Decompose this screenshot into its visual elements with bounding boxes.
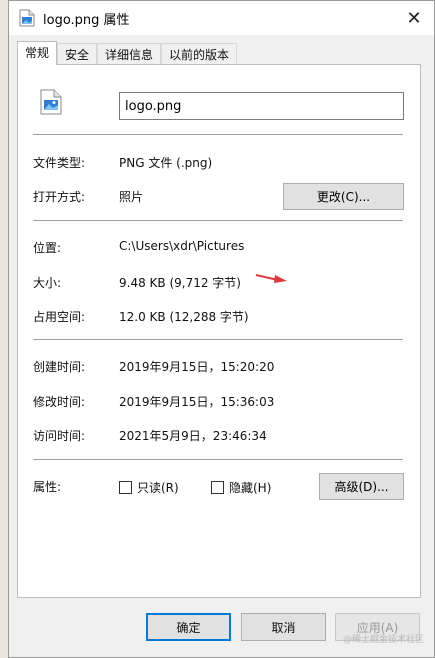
tab-details[interactable]: 详细信息 xyxy=(97,43,162,65)
cancel-button[interactable]: 取消 xyxy=(241,613,326,641)
modified-value: 2019年9月15日，15:36:03 xyxy=(119,395,275,409)
size-on-disk-label: 占用空间: xyxy=(33,310,86,324)
title-bar: logo.png 属性 ✕ xyxy=(9,1,434,35)
general-panel: 文件类型: PNG 文件 (.png) 打开方式: 照片 更改(C)... 位置… xyxy=(17,64,421,598)
readonly-checkbox[interactable]: 只读(R) xyxy=(119,479,179,496)
open-with-label: 打开方式: xyxy=(33,190,86,204)
file-name-input[interactable] xyxy=(119,92,404,120)
hidden-label: 隐藏(H) xyxy=(229,481,272,495)
divider xyxy=(33,339,403,340)
tab-previous-versions[interactable]: 以前的版本 xyxy=(161,43,238,65)
created-value: 2019年9月15日，15:20:20 xyxy=(119,360,275,374)
image-file-icon xyxy=(40,89,62,115)
advanced-button[interactable]: 高级(D)... xyxy=(319,473,404,500)
checkbox-box[interactable] xyxy=(119,481,132,494)
change-button[interactable]: 更改(C)... xyxy=(283,183,404,210)
image-file-icon xyxy=(19,9,35,27)
location-label: 位置: xyxy=(33,241,62,255)
window-title: logo.png 属性 xyxy=(43,12,130,28)
size-value: 9.48 KB (9,712 字节) xyxy=(119,276,241,290)
divider xyxy=(33,220,403,221)
accessed-label: 访问时间: xyxy=(33,429,86,443)
tab-strip: 常规 安全 详细信息 以前的版本 xyxy=(17,41,238,65)
checkbox-box[interactable] xyxy=(211,481,224,494)
properties-dialog: logo.png 属性 ✕ 常规 安全 详细信息 以前的版本 文件类型: PNG… xyxy=(8,0,435,658)
open-with-value: 照片 xyxy=(119,190,144,204)
file-type-label: 文件类型: xyxy=(33,156,86,170)
red-arrow-annotation xyxy=(255,272,288,284)
size-label: 大小: xyxy=(33,276,62,290)
ok-button[interactable]: 确定 xyxy=(146,613,231,641)
divider xyxy=(33,134,403,135)
hidden-checkbox[interactable]: 隐藏(H) xyxy=(211,479,271,496)
attributes-label: 属性: xyxy=(33,480,62,494)
created-label: 创建时间: xyxy=(33,360,86,374)
accessed-value: 2021年5月9日，23:46:34 xyxy=(119,429,267,443)
modified-label: 修改时间: xyxy=(33,395,86,409)
watermark: @稀土掘金技术社区 xyxy=(342,635,424,645)
divider xyxy=(33,459,403,460)
size-on-disk-value: 12.0 KB (12,288 字节) xyxy=(119,310,249,324)
location-value: C:\Users\xdr\Pictures xyxy=(119,239,245,253)
readonly-label: 只读(R) xyxy=(137,481,179,495)
file-type-value: PNG 文件 (.png) xyxy=(119,156,213,170)
close-icon[interactable]: ✕ xyxy=(402,7,426,29)
tab-general[interactable]: 常规 xyxy=(17,41,58,65)
tab-security[interactable]: 安全 xyxy=(57,43,98,65)
